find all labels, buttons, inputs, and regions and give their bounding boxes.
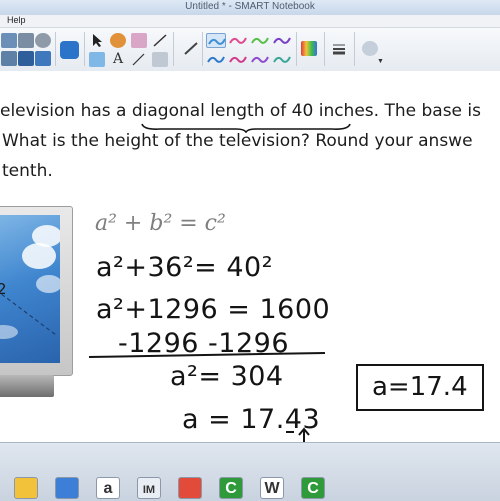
windows-explorer-icon[interactable] (14, 477, 38, 499)
amazon-label: a (103, 480, 113, 497)
camtasia-recorder-icon[interactable]: C (301, 477, 325, 499)
shapes-icon[interactable] (89, 52, 105, 67)
pen-icon[interactable] (110, 33, 126, 48)
menu-bar: Help (0, 15, 500, 28)
camtasia-recorder-label: C (307, 480, 319, 497)
undo-icon[interactable] (1, 33, 17, 48)
color-palette-icon[interactable] (301, 41, 317, 56)
select-icon[interactable] (89, 33, 105, 48)
work-step-4: a²= 304 (170, 361, 284, 392)
page-sorter-icon[interactable] (18, 51, 34, 66)
television-stand (0, 375, 54, 397)
question-line-2: What is the height of the television? Ro… (2, 131, 473, 151)
toolbar: A ▼ (0, 28, 500, 72)
transparency-icon[interactable] (362, 41, 378, 56)
pen-color-5[interactable] (206, 52, 226, 67)
toolbar-separator (354, 32, 355, 66)
pen-color-2[interactable] (228, 33, 248, 48)
toolbar-separator (84, 32, 85, 66)
amazon-icon[interactable]: a (96, 477, 120, 499)
pen-color-7[interactable] (250, 52, 270, 67)
menu-help[interactable]: Help (7, 15, 26, 25)
pen-color-8[interactable] (272, 52, 292, 67)
toolbar-separator (202, 32, 203, 66)
pen-color-3[interactable] (250, 33, 270, 48)
im-label: IM (142, 484, 156, 496)
window-title: Untitled * - SMART Notebook (185, 1, 315, 12)
answer-text: a=17.4 (372, 372, 468, 402)
pythagorean-formula: a² + b² = c² (95, 211, 226, 236)
toolbar-separator (296, 32, 297, 66)
notebook-page[interactable]: elevision has a diagonal length of 40 in… (0, 71, 500, 442)
pen-tool-icon[interactable] (183, 41, 199, 56)
lines-icon[interactable] (152, 33, 168, 48)
rounding-arrow (286, 427, 310, 442)
im-icon[interactable]: IM (137, 477, 161, 499)
taskbar: a IM C W C (0, 442, 500, 501)
toolbar-separator (173, 32, 174, 66)
redo-icon[interactable] (18, 33, 34, 48)
pen-color-6[interactable] (228, 52, 248, 67)
wordpress-icon[interactable]: W (260, 477, 284, 499)
pen-color-1[interactable] (206, 33, 226, 48)
fill-icon[interactable] (131, 52, 147, 67)
camtasia-label: C (225, 480, 237, 497)
text-icon[interactable]: A (110, 52, 126, 67)
dropdown-arrow-icon[interactable]: ▼ (377, 58, 384, 65)
chrome-icon[interactable] (178, 477, 202, 499)
work-step-1: a²+36²= 40² (96, 252, 274, 283)
question-line-1: elevision has a diagonal length of 40 in… (0, 101, 481, 121)
eraser-icon[interactable] (131, 33, 147, 48)
delete-icon[interactable] (35, 33, 51, 48)
diagonal-line (0, 292, 57, 336)
wordpress-label: W (264, 480, 280, 497)
screen-shade-icon[interactable] (1, 51, 17, 66)
line-style-icon[interactable] (331, 41, 347, 56)
properties-icon[interactable] (152, 52, 168, 67)
answer-box: a=17.4 (356, 364, 484, 411)
toolbar-separator (55, 32, 56, 66)
move-icon[interactable] (60, 41, 79, 59)
window-title-bar: Untitled * - SMART Notebook (0, 0, 500, 16)
table-icon[interactable] (35, 51, 51, 66)
diagonal-label: 2 (0, 280, 7, 298)
camtasia-icon[interactable]: C (219, 477, 243, 499)
underline-brace (141, 123, 351, 133)
smart-notebook-icon[interactable] (55, 477, 79, 499)
pen-color-4[interactable] (272, 33, 292, 48)
toolbar-separator (324, 32, 325, 66)
work-step-2: a²+1296 = 1600 (96, 294, 331, 325)
question-line-3: tenth. (2, 161, 53, 181)
